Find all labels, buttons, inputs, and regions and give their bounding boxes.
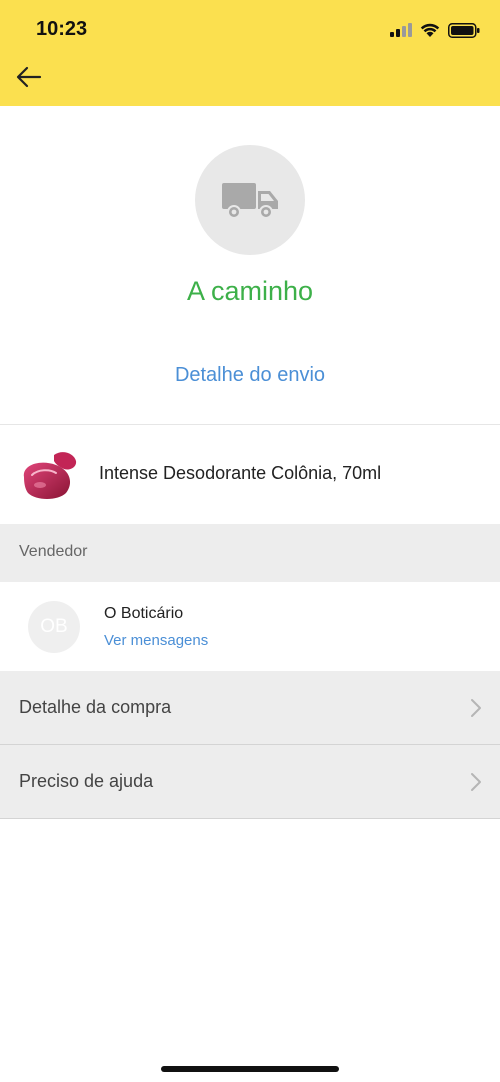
cellular-signal-icon xyxy=(390,23,412,37)
divider xyxy=(0,818,500,819)
shipment-status-icon-circle xyxy=(195,145,305,255)
product-row[interactable]: Intense Desodorante Colônia, 70ml xyxy=(0,425,500,524)
avatar: OB xyxy=(28,601,80,653)
seller-name: O Boticário xyxy=(104,605,184,622)
shipment-status-title: A caminho xyxy=(186,276,314,306)
chevron-right-icon xyxy=(471,699,481,717)
back-button[interactable] xyxy=(14,62,44,92)
perfume-bottle-image xyxy=(23,452,77,499)
seller-section-title: Vendedor xyxy=(19,543,88,560)
status-icons xyxy=(390,20,480,40)
battery-icon xyxy=(448,22,480,38)
arrow-left-icon xyxy=(16,66,42,88)
wifi-icon xyxy=(420,23,440,37)
seller-row: OB O Boticário Ver mensagens xyxy=(0,582,500,671)
chevron-right-icon xyxy=(471,773,481,791)
help-row[interactable]: Preciso de ajuda xyxy=(0,745,500,818)
product-name: Intense Desodorante Colônia, 70ml xyxy=(99,463,382,483)
help-label: Preciso de ajuda xyxy=(19,771,154,791)
top-app-bar: 10:23 xyxy=(0,0,500,106)
view-messages-link[interactable]: Ver mensagens xyxy=(104,632,208,649)
shipping-detail-link[interactable]: Detalhe do envio xyxy=(0,364,500,387)
purchase-detail-label: Detalhe da compra xyxy=(19,697,172,717)
purchase-detail-row[interactable]: Detalhe da compra xyxy=(0,671,500,744)
home-indicator[interactable] xyxy=(161,1066,339,1072)
seller-section-header: Vendedor xyxy=(0,524,500,582)
truck-icon xyxy=(222,183,278,219)
status-time: 10:23 xyxy=(36,18,88,40)
